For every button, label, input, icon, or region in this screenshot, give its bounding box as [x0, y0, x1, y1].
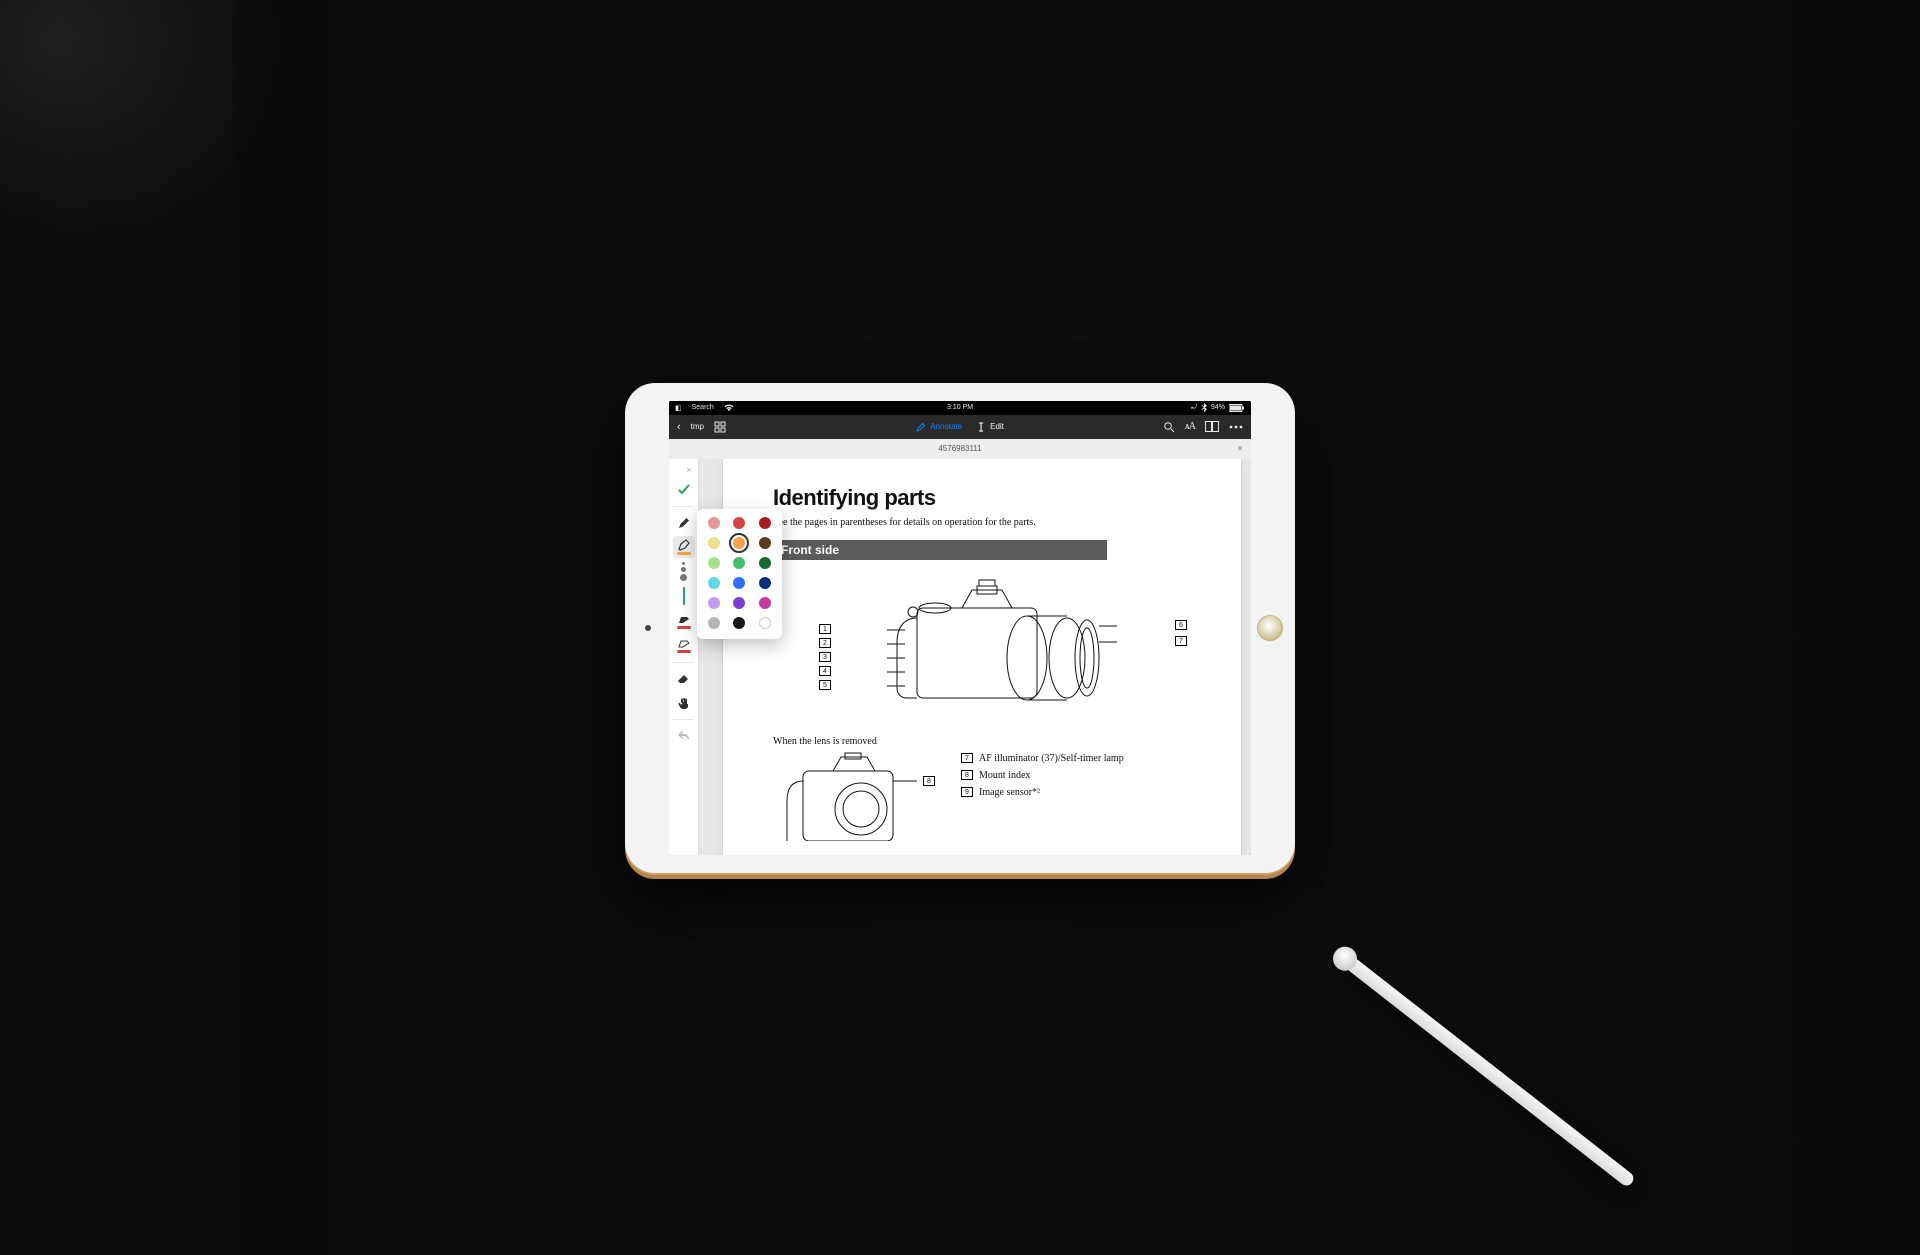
wifi-icon — [724, 404, 734, 412]
front-camera — [645, 625, 651, 631]
lower-section: 8 7AF illuminator (37)/Self-timer lamp8M… — [773, 751, 1201, 841]
color-swatch[interactable] — [733, 577, 745, 589]
annotation-rail: × — [669, 459, 699, 855]
tool-eraser[interactable] — [673, 668, 695, 690]
tool-underline[interactable] — [673, 611, 695, 633]
doc-subtitle: See the pages in parentheses for details… — [773, 517, 1201, 528]
color-swatch[interactable] — [759, 617, 771, 629]
color-swatch[interactable] — [759, 537, 771, 549]
legend-number: 8 — [961, 770, 973, 780]
highlighter-color-swatch — [677, 552, 691, 555]
tool-strikethrough[interactable] — [673, 635, 695, 657]
color-swatch[interactable] — [759, 597, 771, 609]
callout-5: 5 — [819, 680, 831, 690]
text-cursor-icon — [976, 422, 986, 432]
home-button[interactable] — [1257, 615, 1283, 641]
color-swatch[interactable] — [759, 557, 771, 569]
ios-statusbar: ◧ Search 3:10 PM ⤾ 94% — [669, 401, 1251, 415]
font-size-icon[interactable]: ᴀA — [1185, 421, 1195, 432]
color-swatch[interactable] — [733, 557, 745, 569]
callout-1: 1 — [819, 624, 831, 634]
statusbar-clock: 3:10 PM — [947, 404, 973, 411]
legend-number: 9 — [961, 787, 973, 797]
legend-list: 7 AF illuminator (37)/Self-timer lamp 8 Mou… — [961, 751, 1124, 802]
color-swatch[interactable] — [759, 577, 771, 589]
color-swatch[interactable] — [733, 597, 745, 609]
color-swatch[interactable] — [733, 617, 745, 629]
document-id: 4576983111 — [938, 444, 981, 453]
callout-4: 4 — [819, 666, 831, 676]
mode-annotate-label: Annotate — [930, 422, 962, 431]
mode-edit-label: Edit — [990, 422, 1004, 431]
strike-color-swatch — [677, 650, 691, 653]
section-front-side: Front side — [773, 540, 1107, 560]
back-chevron-icon[interactable]: ‹ — [677, 421, 681, 433]
statusbar-left-label: Search — [692, 404, 714, 411]
divider — [673, 662, 693, 663]
legend-text: AF illuminator (37)/Self-timer lamp — [979, 751, 1124, 766]
callout-3: 3 — [819, 652, 831, 662]
battery-percent: 94% — [1211, 404, 1225, 411]
figure-lens-removed: 8 — [773, 751, 943, 841]
color-picker-popover[interactable] — [697, 509, 782, 639]
legend-row: 7 AF illuminator (37)/Self-timer lamp — [961, 751, 1124, 766]
color-swatch[interactable] — [733, 537, 745, 549]
rail-close-icon[interactable]: × — [682, 465, 696, 477]
divider — [673, 506, 693, 507]
legend-row: 8 Mount index — [961, 768, 1124, 783]
document-titlebar: 4576983111 × — [669, 439, 1251, 459]
legend-text: Mount index — [979, 768, 1030, 783]
tool-stroke-width[interactable] — [680, 562, 687, 581]
tool-highlighter[interactable] — [673, 536, 695, 558]
color-swatch[interactable] — [708, 597, 720, 609]
color-swatch[interactable] — [708, 537, 720, 549]
figure-front: 1 2 3 4 5 6 7 — [773, 568, 1201, 728]
pen-icon — [916, 422, 926, 432]
color-swatch[interactable] — [733, 517, 745, 529]
battery-icon — [1229, 404, 1245, 412]
view-mode-icon[interactable] — [1205, 421, 1219, 432]
grid-view-icon[interactable] — [714, 421, 726, 433]
statusbar-app-icon: ◧ — [675, 404, 682, 412]
tool-pan-hand[interactable] — [673, 692, 695, 714]
legend-text: Image sensor*² — [979, 785, 1040, 800]
color-swatch[interactable] — [708, 617, 720, 629]
color-swatch[interactable] — [759, 517, 771, 529]
more-icon[interactable] — [1229, 425, 1243, 429]
legend-number: 7 — [961, 753, 973, 763]
color-swatch[interactable] — [708, 517, 720, 529]
callout-6: 6 — [1175, 620, 1187, 630]
ipad-screen: ◧ Search 3:10 PM ⤾ 94% ‹ — [669, 401, 1251, 855]
document-page: Identifying parts See the pages in paren… — [723, 459, 1241, 855]
legend-row: 9 Image sensor*² — [961, 785, 1124, 800]
color-swatch[interactable] — [708, 577, 720, 589]
back-label[interactable]: tmp — [691, 422, 704, 431]
app-toolbar: ‹ tmp Annotate Edit — [669, 415, 1251, 439]
close-icon[interactable]: × — [1237, 443, 1243, 454]
stroke-preview-line — [683, 587, 685, 605]
divider — [673, 719, 693, 720]
mode-annotate[interactable]: Annotate — [916, 422, 962, 432]
camera-illustration — [773, 568, 1201, 728]
callout-2: 2 — [819, 638, 831, 648]
content-area: × — [669, 459, 1251, 855]
lens-removed-label: When the lens is removed — [773, 736, 1201, 747]
tool-undo[interactable] — [673, 725, 695, 747]
ipad-device: ◧ Search 3:10 PM ⤾ 94% ‹ — [625, 383, 1295, 873]
underline-color-swatch — [677, 626, 691, 629]
doc-heading: Identifying parts — [773, 485, 1201, 511]
color-swatch[interactable] — [708, 557, 720, 569]
callout-8: 8 — [923, 776, 935, 786]
bluetooth-icon — [1201, 403, 1207, 412]
orientation-lock-icon: ⤾ — [1191, 404, 1197, 412]
search-icon[interactable] — [1163, 421, 1175, 433]
mode-edit[interactable]: Edit — [976, 422, 1004, 432]
tool-pen[interactable] — [673, 512, 695, 534]
callout-7: 7 — [1175, 636, 1187, 646]
tool-confirm[interactable] — [673, 479, 695, 501]
